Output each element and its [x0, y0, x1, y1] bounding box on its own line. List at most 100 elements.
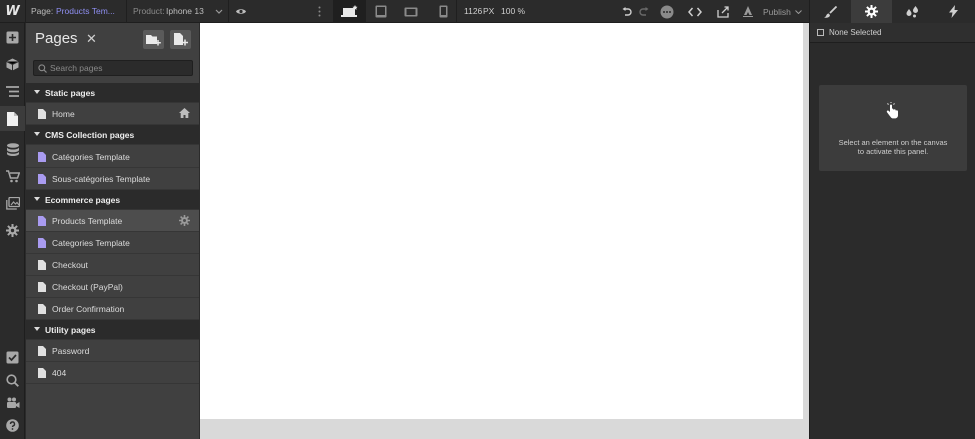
section-utility-pages[interactable]: Utility pages	[26, 320, 199, 340]
caret-down-icon	[34, 132, 40, 136]
canvas-area	[200, 23, 809, 439]
canvas-width-value[interactable]: 1126	[464, 0, 482, 23]
selection-label: None Selected	[829, 28, 882, 37]
hint-text: Select an element on the canvas to activ…	[825, 138, 961, 156]
cms-page-icon	[38, 174, 46, 184]
page-label: Checkout	[52, 260, 88, 270]
product-selector[interactable]: Iphone 13	[166, 0, 204, 23]
page-label: Sous-catégories Template	[52, 174, 151, 184]
settings-tab[interactable]	[851, 0, 892, 23]
cms-database-icon[interactable]	[0, 137, 25, 161]
new-folder-button[interactable]	[143, 30, 164, 49]
canvas-width-unit: PX	[483, 6, 495, 16]
chevron-down-icon	[795, 9, 802, 14]
page-label: Catégories Template	[52, 152, 130, 162]
webflow-logo-icon[interactable]: W	[0, 0, 25, 23]
page-icon	[38, 109, 46, 119]
undo-icon[interactable]	[618, 0, 634, 23]
caret-down-icon	[34, 327, 40, 331]
help-icon[interactable]	[0, 413, 25, 437]
comments-icon[interactable]	[657, 0, 677, 23]
page-row-order-confirmation[interactable]: Order Confirmation	[26, 298, 199, 320]
page-row-sous-categories-template[interactable]: Sous-catégories Template	[26, 168, 199, 190]
tablet-breakpoint-icon[interactable]	[366, 0, 396, 23]
publish-label: Publish	[763, 6, 791, 17]
cms-page-icon	[38, 216, 46, 226]
page-icon	[38, 260, 46, 270]
left-icon-rail	[0, 23, 25, 439]
style-tab[interactable]	[810, 0, 851, 23]
assets-images-icon[interactable]	[0, 191, 25, 215]
new-page-button[interactable]	[170, 30, 191, 49]
desktop-breakpoint-icon[interactable]	[334, 0, 366, 23]
page-label: Password	[52, 346, 90, 356]
gear-icon	[865, 5, 878, 18]
pages-icon[interactable]	[0, 106, 25, 131]
interactions-tab[interactable]	[933, 0, 974, 23]
section-cms-collection-pages[interactable]: CMS Collection pages	[26, 125, 199, 145]
tutorials-video-icon[interactable]	[0, 391, 25, 415]
pages-panel: Pages ✕ Static pages Home CMS Collection…	[26, 23, 199, 439]
chevron-down-icon[interactable]	[212, 0, 226, 23]
page-plus-icon	[173, 33, 188, 46]
ecommerce-cart-icon[interactable]	[0, 164, 25, 188]
page-label: 404	[52, 368, 67, 378]
logo-text: W	[5, 4, 20, 19]
style-manager-tab[interactable]	[892, 0, 933, 23]
page-label: Products Template	[52, 216, 123, 226]
page-label: Home	[52, 109, 75, 119]
hint-line-1: Select an element on the canvas	[838, 138, 948, 147]
navigator-icon[interactable]	[0, 79, 25, 103]
rocket-icon	[743, 6, 753, 17]
page-label: Checkout (PayPal)	[52, 282, 123, 292]
section-label: Static pages	[45, 88, 96, 98]
preview-eye-icon[interactable]	[231, 0, 251, 23]
caret-down-icon	[34, 197, 40, 201]
mobile-portrait-icon[interactable]	[428, 0, 458, 23]
close-icon[interactable]: ✕	[86, 32, 97, 45]
search-pages-input[interactable]	[50, 61, 190, 75]
section-ecommerce-pages[interactable]: Ecommerce pages	[26, 190, 199, 210]
page-row-products-template[interactable]: Products Template	[26, 210, 199, 232]
more-options-icon[interactable]	[312, 0, 326, 23]
page-label: Order Confirmation	[52, 304, 125, 314]
zoom-level[interactable]: 100 %	[501, 0, 525, 23]
settings-gear-icon[interactable]	[0, 218, 25, 242]
page-row-categories-template-ecom[interactable]: Categories Template	[26, 232, 199, 254]
symbols-box-icon[interactable]	[0, 52, 25, 76]
right-panel: None Selected Select an element on the c…	[809, 0, 975, 439]
checkbox-icon	[817, 29, 824, 36]
redo-icon[interactable]	[636, 0, 652, 23]
current-page-selector[interactable]: Products Tem...	[56, 0, 115, 23]
gear-icon[interactable]	[179, 215, 190, 226]
mobile-landscape-icon[interactable]	[396, 0, 426, 23]
lightning-icon	[949, 5, 958, 18]
hint-line-2: to activate this panel.	[857, 147, 929, 156]
search-field[interactable]	[33, 60, 193, 76]
page-row-checkout[interactable]: Checkout	[26, 254, 199, 276]
page-row-password[interactable]: Password	[26, 340, 199, 362]
section-label: Ecommerce pages	[45, 195, 121, 205]
add-panel-icon[interactable]	[0, 25, 25, 49]
caret-down-icon	[34, 90, 40, 94]
page-row-categories-template[interactable]: Catégories Template	[26, 146, 199, 168]
section-static-pages[interactable]: Static pages	[26, 83, 199, 103]
publish-button[interactable]: Publish	[742, 0, 802, 23]
cms-page-icon	[38, 152, 46, 162]
page-row-checkout-paypal[interactable]: Checkout (PayPal)	[26, 276, 199, 298]
brush-icon	[824, 5, 837, 18]
page-row-404[interactable]: 404	[26, 362, 199, 384]
pages-panel-header: Pages ✕	[26, 23, 199, 55]
search-icon[interactable]	[0, 368, 25, 392]
home-icon	[179, 108, 190, 118]
page-icon	[38, 282, 46, 292]
design-canvas[interactable]	[200, 23, 803, 419]
audit-checklist-icon[interactable]	[0, 345, 25, 369]
page-row-home[interactable]: Home	[26, 103, 199, 125]
panel-title: Pages	[35, 30, 78, 47]
export-icon[interactable]	[712, 0, 734, 23]
page-prefix: Page:	[31, 6, 54, 16]
folder-plus-icon	[146, 34, 161, 45]
code-icon[interactable]	[684, 0, 706, 23]
drops-icon	[906, 5, 918, 17]
